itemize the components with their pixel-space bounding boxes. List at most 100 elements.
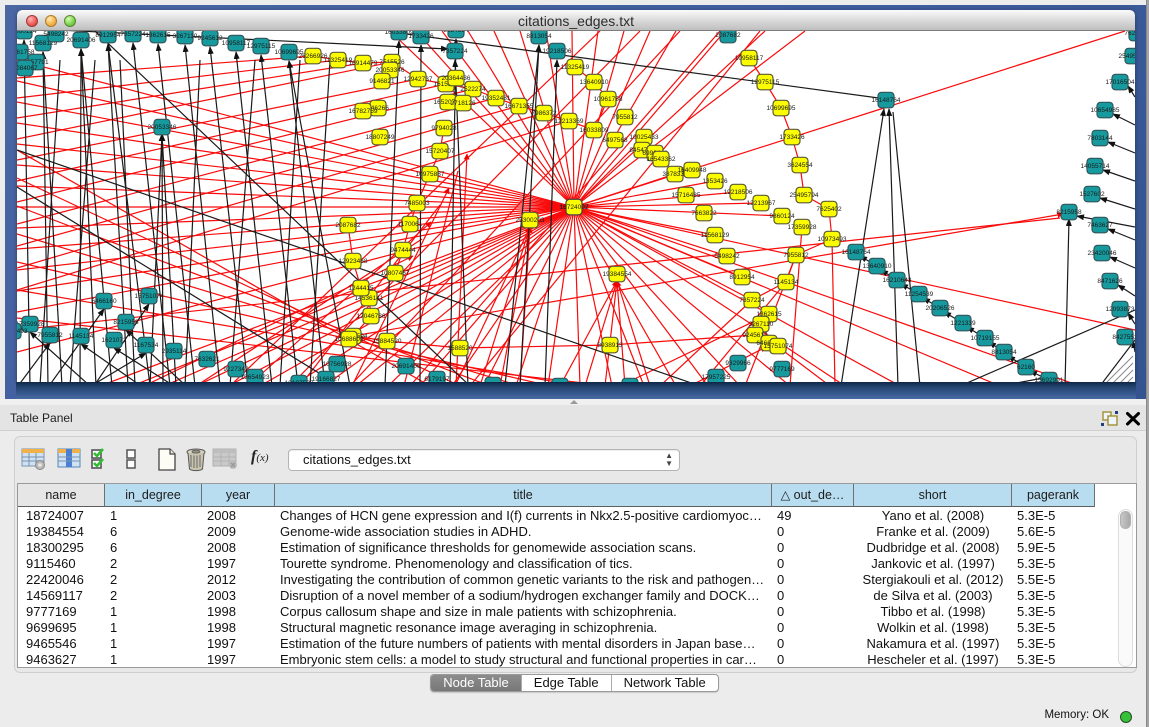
- svg-text:1167534: 1167534: [134, 342, 159, 349]
- svg-text:10958117: 10958117: [735, 55, 764, 62]
- svg-text:15751074: 15751074: [135, 293, 164, 300]
- svg-text:15720407: 15720407: [426, 148, 455, 155]
- svg-text:2935114: 2935114: [162, 348, 187, 355]
- svg-text:17016504: 17016504: [1106, 79, 1135, 86]
- svg-text:9794028: 9794028: [431, 125, 457, 132]
- svg-text:7986372: 7986372: [531, 110, 557, 117]
- svg-text:15884520: 15884520: [373, 338, 402, 345]
- svg-text:9084067: 9084067: [17, 65, 38, 72]
- svg-text:8813054: 8813054: [526, 33, 552, 40]
- svg-text:5498242: 5498242: [43, 31, 69, 38]
- svg-text:1733426: 1733426: [408, 33, 434, 40]
- svg-text:7955812: 7955812: [612, 114, 638, 121]
- svg-text:12942737: 12942737: [404, 76, 433, 83]
- svg-text:19218506: 19218506: [543, 48, 572, 55]
- svg-text:10975887: 10975887: [416, 171, 445, 178]
- svg-text:16409948: 16409948: [678, 167, 707, 174]
- svg-text:9860124: 9860124: [17, 31, 37, 35]
- svg-text:15751074: 15751074: [764, 343, 793, 350]
- svg-text:11254539: 11254539: [905, 291, 934, 298]
- svg-text:6179197: 6179197: [424, 376, 450, 382]
- svg-text:20364436: 20364436: [442, 75, 471, 82]
- svg-text:1244415: 1244415: [348, 285, 374, 292]
- svg-text:2718126: 2718126: [450, 100, 476, 107]
- svg-text:16914479: 16914479: [349, 60, 378, 67]
- svg-text:10025433: 10025433: [630, 134, 659, 141]
- svg-text:9227342: 9227342: [223, 366, 249, 373]
- svg-text:12975115: 12975115: [247, 43, 276, 50]
- svg-text:1733426: 1733426: [779, 134, 805, 141]
- svg-text:16033809: 16033809: [580, 127, 609, 134]
- svg-text:3267110: 3267110: [173, 33, 198, 40]
- svg-text:25495794: 25495794: [1119, 53, 1135, 60]
- svg-text:7357224: 7357224: [739, 297, 765, 304]
- svg-text:9777169: 9777169: [769, 366, 795, 373]
- svg-text:10807467: 10807467: [381, 270, 410, 277]
- svg-text:11325419: 11325419: [561, 64, 590, 71]
- svg-text:12975115: 12975115: [751, 79, 780, 86]
- svg-text:9245612: 9245612: [197, 35, 223, 42]
- svg-text:8912954: 8912954: [95, 32, 121, 39]
- svg-text:18807249: 18807249: [366, 134, 395, 141]
- svg-text:2522274: 2522274: [460, 86, 486, 93]
- svg-text:19384554: 19384554: [603, 271, 632, 278]
- svg-text:7625402: 7625402: [816, 206, 842, 213]
- svg-text:3624554: 3624554: [787, 162, 813, 169]
- svg-text:2087682: 2087682: [715, 32, 741, 39]
- svg-text:5498242: 5498242: [714, 253, 740, 260]
- svg-text:7955812: 7955812: [783, 252, 809, 259]
- svg-text:10688609: 10688609: [335, 336, 364, 343]
- svg-text:6466160: 6466160: [91, 298, 117, 305]
- svg-text:12923468: 12923468: [339, 258, 368, 265]
- svg-text:20206526: 20206526: [926, 305, 955, 312]
- svg-text:1145134: 1145134: [774, 279, 799, 286]
- svg-text:16210643: 16210643: [883, 277, 912, 284]
- svg-text:12093873: 12093873: [1106, 306, 1135, 313]
- svg-text:16782759: 16782759: [349, 108, 378, 115]
- svg-text:9329966: 9329966: [725, 360, 751, 367]
- svg-text:25300203: 25300203: [516, 217, 545, 224]
- svg-text:10961758: 10961758: [594, 96, 623, 103]
- svg-text:7663822: 7663822: [691, 210, 717, 217]
- svg-text:3624554: 3624554: [443, 31, 469, 34]
- svg-text:62160: 62160: [1017, 364, 1035, 371]
- svg-text:25495794: 25495794: [790, 192, 819, 199]
- svg-text:7955812: 7955812: [37, 332, 63, 339]
- svg-text:1588520: 1588520: [447, 345, 473, 352]
- svg-text:1221339: 1221339: [950, 320, 976, 327]
- svg-text:19654923: 19654923: [241, 374, 270, 381]
- svg-text:17046786: 17046786: [357, 313, 386, 320]
- svg-text:10756928: 10756928: [323, 361, 352, 368]
- svg-text:9860124: 9860124: [769, 213, 795, 220]
- svg-text:17359928: 17359928: [788, 224, 817, 231]
- svg-text:12213967: 12213967: [747, 200, 776, 207]
- svg-text:1170061: 1170061: [398, 221, 423, 228]
- svg-text:20691406: 20691406: [392, 363, 421, 370]
- svg-text:20691406: 20691406: [67, 37, 96, 44]
- svg-text:20053346: 20053346: [148, 124, 177, 131]
- svg-text:12213369: 12213369: [555, 118, 584, 125]
- svg-text:10973493: 10973493: [818, 236, 847, 243]
- svg-text:7485003: 7485003: [404, 200, 430, 207]
- svg-text:19218506: 19218506: [724, 189, 753, 196]
- svg-text:17957225: 17957225: [702, 374, 731, 381]
- svg-text:10107533: 10107533: [285, 380, 314, 382]
- svg-text:8215958: 8215958: [1056, 209, 1082, 216]
- svg-text:9146821: 9146821: [369, 78, 395, 85]
- svg-text:15692991: 15692991: [1035, 377, 1064, 382]
- svg-text:19352481: 19352481: [482, 95, 511, 102]
- svg-text:2087682: 2087682: [335, 222, 361, 229]
- svg-text:23420046: 23420046: [1088, 250, 1117, 257]
- svg-text:10654985: 10654985: [1091, 107, 1120, 114]
- svg-text:10973493: 10973493: [17, 328, 28, 335]
- svg-text:7357224: 7357224: [442, 48, 468, 55]
- svg-text:10699695: 10699695: [767, 105, 796, 112]
- svg-text:18724007: 18724007: [560, 204, 589, 211]
- svg-text:7803144: 7803144: [1087, 135, 1113, 142]
- svg-text:16543362: 16543362: [647, 156, 676, 163]
- svg-text:16148764: 16148764: [872, 97, 901, 104]
- svg-text:7357224: 7357224: [120, 31, 146, 38]
- svg-text:15716485: 15716485: [672, 192, 701, 199]
- svg-text:8938913: 8938913: [597, 342, 623, 349]
- svg-text:1362615: 1362615: [145, 32, 171, 39]
